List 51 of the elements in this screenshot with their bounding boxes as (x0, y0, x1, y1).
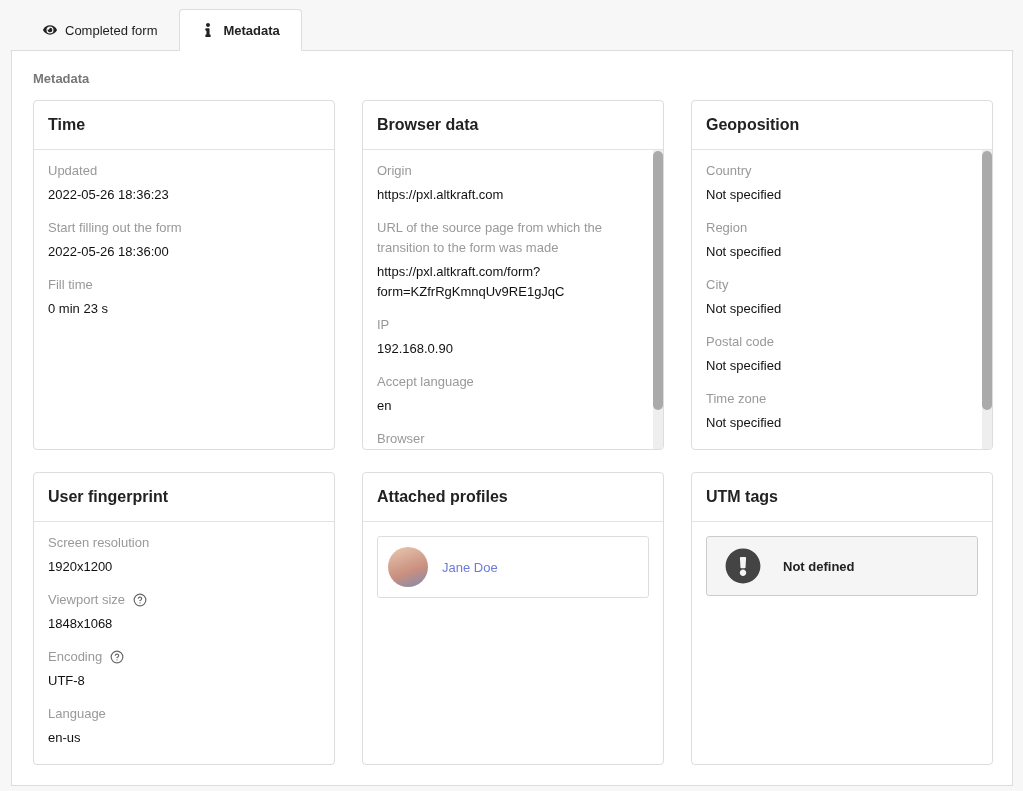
field-value: 0 min 23 s (48, 300, 109, 318)
field-label: Start filling out the form (48, 219, 182, 237)
card-title: User fingerprint (34, 473, 334, 522)
field-value: Not specified (706, 357, 783, 375)
field-value: 1848x1068 (48, 615, 114, 633)
field-value: UTF-8 (48, 672, 86, 690)
field-label: Time zone (706, 390, 767, 408)
field-value: en-us (48, 729, 82, 747)
tab[interactable]: Metadata (179, 9, 302, 51)
field-label: Viewport size (48, 591, 126, 609)
field-value: Not specified (706, 186, 783, 204)
avatar-placeholder (388, 547, 428, 587)
field-value: Not specified (706, 243, 783, 261)
field-value: https://pxl.altkraft.com/form?form=KZfrRgKmnqUv9RE1gJqC (377, 263, 566, 301)
field-label: Fill time (48, 276, 93, 294)
card-title: Geoposition (692, 101, 992, 150)
field-label: Updated (48, 162, 98, 180)
eye-icon (43, 23, 57, 37)
help-icon[interactable] (133, 593, 148, 607)
field-label: Accept language (377, 373, 474, 391)
profile-link[interactable]: Jane Doe (442, 559, 498, 575)
field-value: en (377, 397, 393, 415)
notice-text: Not defined (783, 558, 855, 574)
card-title: Browser data (363, 101, 663, 150)
field-value: 192.168.0.90 (377, 340, 454, 358)
field-label: IP (377, 316, 390, 334)
field-value: https://pxl.altkraft.com (377, 186, 505, 204)
card-title: Time (34, 101, 334, 150)
field-label: Language (48, 705, 106, 723)
field-label: Screen resolution (48, 534, 150, 552)
field-label: Origin (377, 162, 412, 180)
help-icon[interactable] (110, 650, 125, 664)
field-label: Browser (377, 430, 425, 448)
field-label: Postal code (706, 333, 774, 351)
tab[interactable]: Completed form (21, 9, 180, 51)
scrollbar[interactable] (653, 150, 663, 449)
field-value: Not specified (706, 414, 783, 432)
field-label: Encoding (48, 648, 103, 666)
scrollbar[interactable] (982, 150, 992, 449)
field-label: URL of the source page from which the transition to the form was made (377, 219, 603, 257)
exclamation-icon (725, 548, 761, 584)
field-value: 2022-05-26 18:36:00 (48, 243, 170, 261)
field-value: 1920x1200 (48, 558, 114, 576)
card-title: UTM tags (692, 473, 992, 522)
card-title: Attached profiles (363, 473, 663, 522)
field-label: City (706, 276, 729, 294)
field-label: Country (706, 162, 752, 180)
field-value: Not specified (706, 300, 783, 318)
field-value: 2022-05-26 18:36:23 (48, 186, 170, 204)
field-label: Region (706, 219, 748, 237)
section-title: Metadata (33, 71, 91, 86)
